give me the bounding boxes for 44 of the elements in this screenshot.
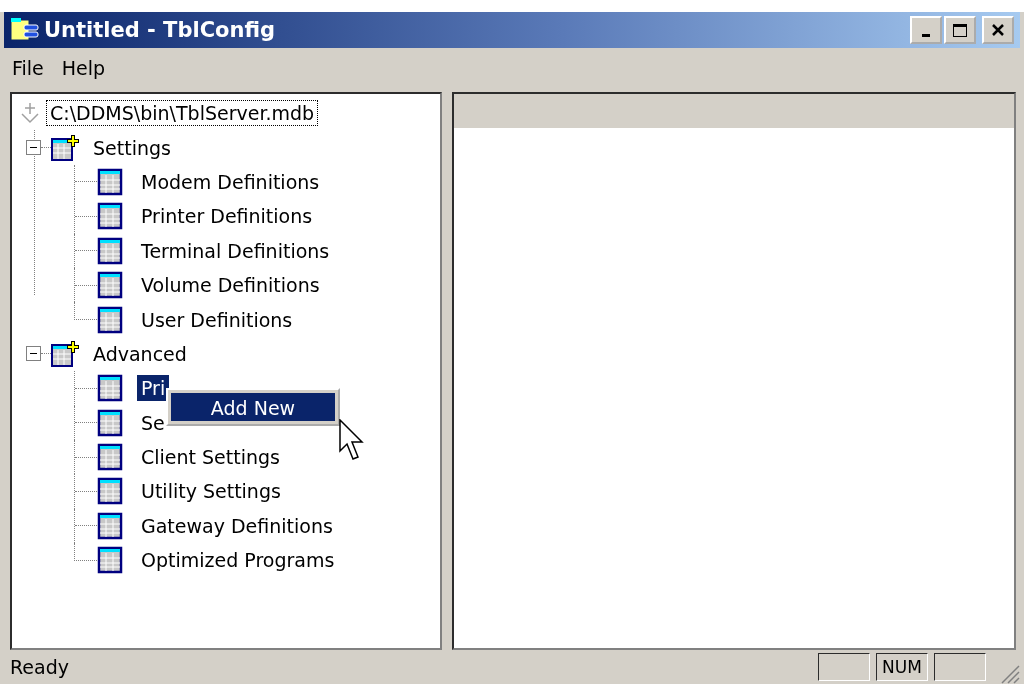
- maximize-icon: [952, 22, 968, 38]
- table-icon: [97, 236, 123, 265]
- table-icon: [97, 511, 123, 540]
- menu-item[interactable]: File: [12, 57, 44, 79]
- tree-item-label[interactable]: Terminal Definitions: [137, 237, 334, 264]
- status-panel: [934, 653, 986, 681]
- menu-item[interactable]: Help: [61, 57, 106, 79]
- table-icon: [97, 546, 123, 575]
- context-menu-item[interactable]: Add New: [171, 393, 335, 421]
- close-button[interactable]: [982, 16, 1014, 44]
- table-icon: [97, 167, 123, 196]
- table-icon: [97, 202, 123, 231]
- tree-item-label[interactable]: Printer Definitions: [137, 203, 317, 230]
- tree-item-label[interactable]: Utility Settings: [137, 478, 285, 505]
- tree-item-label[interactable]: Gateway Definitions: [137, 512, 337, 539]
- table-icon: [97, 305, 123, 334]
- tree-item-label[interactable]: Se: [137, 409, 169, 436]
- table-icon: [97, 374, 123, 403]
- tree-item-label[interactable]: Client Settings: [137, 444, 284, 471]
- table-add-icon: [51, 133, 81, 162]
- tree-group-label[interactable]: Settings: [89, 134, 175, 161]
- tree-item-label[interactable]: User Definitions: [137, 306, 297, 333]
- table-icon: [97, 443, 123, 472]
- minimize-button[interactable]: [910, 16, 942, 44]
- app-icon: [10, 17, 40, 43]
- tree-item-label[interactable]: Modem Definitions: [137, 168, 324, 195]
- status-panel: [818, 653, 870, 681]
- table-icon: [97, 271, 123, 300]
- tree-item-label[interactable]: Pri: [137, 375, 170, 402]
- status-text: Ready: [10, 656, 69, 678]
- close-icon: [990, 22, 1006, 38]
- minimize-icon: [922, 33, 930, 37]
- maximize-button[interactable]: [944, 16, 976, 44]
- table-add-icon: [51, 339, 81, 368]
- collapse-toggle[interactable]: [26, 346, 41, 362]
- num-lock-indicator: NUM: [876, 653, 928, 681]
- table-icon: [97, 408, 123, 437]
- window-title: Untitled - TblConfig: [44, 18, 276, 42]
- tree-group-label[interactable]: Advanced: [89, 340, 191, 367]
- tree-item-label[interactable]: Optimized Programs: [137, 547, 339, 574]
- tree-item-label[interactable]: Volume Definitions: [137, 272, 324, 299]
- table-icon: [97, 477, 123, 506]
- collapse-toggle[interactable]: [26, 140, 41, 156]
- tree-root-label[interactable]: C:\DDMS\bin\TblServer.mdb: [46, 100, 319, 127]
